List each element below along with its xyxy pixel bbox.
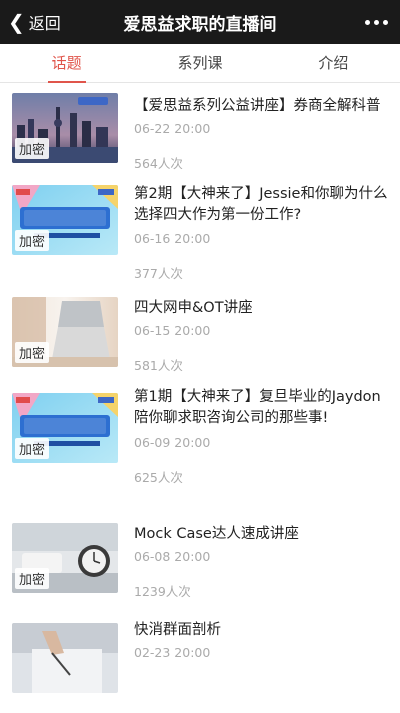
item-title: 快消群面剖析 [134, 622, 221, 638]
list-item[interactable]: 快消群面剖析 02-23 20:00 [0, 613, 400, 713]
item-views: 581人次 [134, 358, 183, 373]
item-views: 564人次 [134, 156, 183, 171]
encrypted-badge: 加密 [15, 568, 50, 589]
tab-intro[interactable]: 介绍 [267, 44, 400, 82]
item-date: 06-08 20:00 [134, 549, 211, 564]
list-item[interactable]: 加密 Mock Case达人速成讲座 06-08 20:00 1239人次 [0, 513, 400, 613]
item-title: 第1期【大神来了】复旦毕业的Jaydon陪你聊求职咨询公司的那些事! [134, 389, 381, 426]
back-label: 返回 [28, 14, 61, 33]
tab-bar: 话题 系列课 介绍 [0, 44, 400, 83]
item-title: 四大网申&OT讲座 [134, 300, 253, 316]
encrypted-badge: 加密 [15, 230, 50, 251]
list-item[interactable]: 加密 第1期【大神来了】复旦毕业的Jaydon陪你聊求职咨询公司的那些事! 06… [0, 387, 400, 513]
tab-series[interactable]: 系列课 [133, 44, 266, 82]
item-date: 02-23 20:00 [134, 645, 211, 660]
item-views: 1239人次 [134, 584, 191, 599]
item-views: 377人次 [134, 266, 183, 281]
item-title: 【爱思益系列公益讲座】券商全解科普 [134, 98, 381, 114]
item-date: 06-15 20:00 [134, 323, 211, 338]
encrypted-badge: 加密 [15, 342, 50, 363]
list-item[interactable]: 加密 四大网申&OT讲座 06-15 20:00 581人次 [0, 287, 400, 387]
list-item[interactable]: 加密 第2期【大神来了】Jessie和你聊为什么选择四大作为第一份工作? 06-… [0, 183, 400, 287]
item-title: 第2期【大神来了】Jessie和你聊为什么选择四大作为第一份工作? [134, 186, 388, 223]
encrypted-badge: 加密 [15, 438, 50, 459]
item-views: 625人次 [134, 470, 183, 485]
thumbnail-writing-hand [12, 623, 118, 693]
thumbnail-city-skyline: 加密 [12, 93, 118, 163]
list-item[interactable]: 加密 【爱思益系列公益讲座】券商全解科普 06-22 20:00 564人次 [0, 83, 400, 183]
nav-bar: ❮ 返回 爱思益求职的直播间 [0, 0, 400, 44]
thumbnail-dashenlaile: 加密 [12, 185, 118, 255]
thumbnail-laptop-desk: 加密 [12, 297, 118, 367]
tab-topics[interactable]: 话题 [0, 44, 133, 83]
thumbnail-alarm-clock: 加密 [12, 523, 118, 593]
item-title: Mock Case达人速成讲座 [134, 526, 299, 542]
chevron-left-icon: ❮ [8, 10, 25, 34]
item-date: 06-22 20:00 [134, 121, 211, 136]
item-date: 06-16 20:00 [134, 231, 211, 246]
back-button[interactable]: ❮ 返回 [8, 0, 61, 44]
more-options-icon[interactable] [361, 0, 388, 44]
item-date: 06-09 20:00 [134, 435, 211, 450]
thumbnail-dashenlaile: 加密 [12, 393, 118, 463]
encrypted-badge: 加密 [15, 138, 50, 159]
